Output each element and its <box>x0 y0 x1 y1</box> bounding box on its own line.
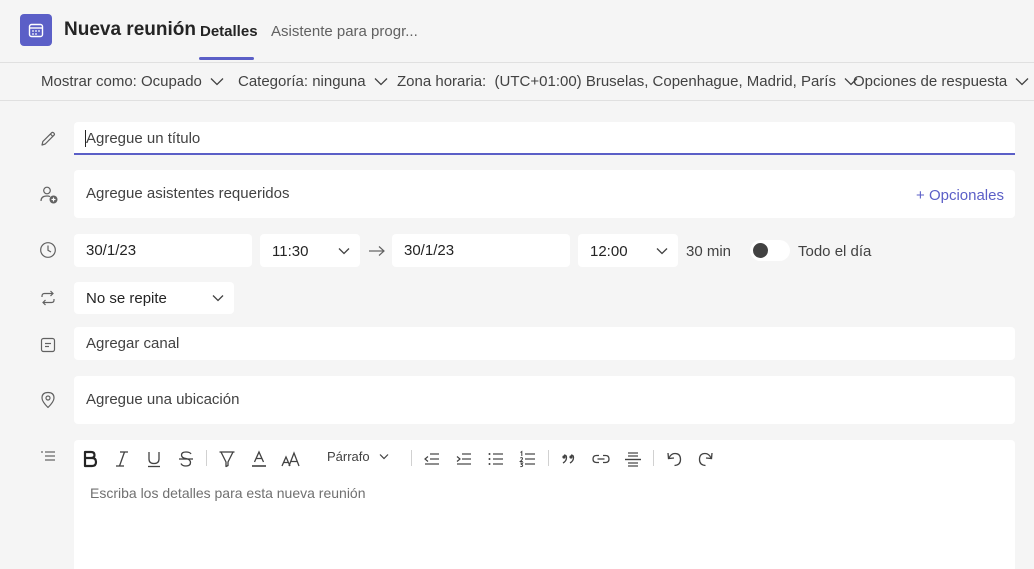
calendar-icon <box>20 14 52 46</box>
italic-icon[interactable] <box>111 448 133 470</box>
toggle-knob <box>753 243 768 258</box>
increase-indent-icon[interactable] <box>453 448 475 470</box>
repeat-select[interactable]: No se repite <box>74 282 234 314</box>
add-person-icon <box>40 186 58 204</box>
strikethrough-icon[interactable] <box>175 448 197 470</box>
location-icon <box>41 391 55 409</box>
start-time-value: 11:30 <box>272 243 309 260</box>
redo-icon[interactable] <box>695 448 717 470</box>
category-label: Categoría: ninguna <box>238 73 366 90</box>
channel-input[interactable]: Agregar canal <box>74 327 1015 360</box>
chevron-down-icon <box>1015 78 1029 86</box>
toolbar-separator <box>411 450 412 466</box>
end-date-input[interactable]: 30/1/23 <box>392 234 570 267</box>
all-day-toggle[interactable] <box>750 240 790 261</box>
numbered-list-icon[interactable] <box>517 448 539 470</box>
attendees-placeholder: Agregue asistentes requeridos <box>86 185 290 202</box>
channel-placeholder: Agregar canal <box>86 335 180 352</box>
title-input[interactable]: Agregue un título <box>74 122 1015 155</box>
paragraph-style-dropdown[interactable]: Párrafo <box>327 449 389 464</box>
title-placeholder: Agregue un título <box>86 130 201 147</box>
header: Nueva reunión Detalles Asistente para pr… <box>0 0 1034 62</box>
pencil-icon <box>41 131 56 146</box>
tab-details[interactable]: Detalles <box>200 23 258 40</box>
start-time-select[interactable]: 11:30 <box>260 234 360 267</box>
toolbar-separator <box>653 450 654 466</box>
toolbar-separator <box>206 450 207 466</box>
start-date-value: 30/1/23 <box>86 242 137 259</box>
category-dropdown[interactable]: Categoría: ninguna <box>238 73 388 90</box>
underline-icon[interactable] <box>143 448 165 470</box>
horizontal-rule-icon[interactable] <box>622 448 644 470</box>
end-date-value: 30/1/23 <box>404 242 455 259</box>
show-as-label: Mostrar como: Ocupado <box>41 73 202 90</box>
details-placeholder: Escriba los detalles para esta nueva reu… <box>90 485 366 501</box>
page-title: Nueva reunión <box>64 19 196 40</box>
chevron-down-icon <box>656 248 668 255</box>
options-bar: Mostrar como: Ocupado Categoría: ninguna… <box>0 62 1034 101</box>
arrow-right-icon <box>369 246 385 256</box>
font-size-icon[interactable] <box>280 448 302 470</box>
optional-attendees-link[interactable]: + Opcionales <box>916 187 1004 204</box>
response-options-label: Opciones de respuesta <box>853 73 1008 90</box>
quote-icon[interactable] <box>558 448 580 470</box>
details-editor[interactable]: Párrafo Escriba los detalles para esta n… <box>74 440 1015 569</box>
timezone-dropdown[interactable]: Zona horaria: (UTC+01:00) Bruselas, Cope… <box>397 73 858 90</box>
link-icon[interactable] <box>590 448 612 470</box>
attendees-input[interactable]: Agregue asistentes requeridos + Opcional… <box>74 170 1015 218</box>
all-day-label: Todo el día <box>798 243 872 260</box>
details-list-icon <box>41 451 55 461</box>
bulleted-list-icon[interactable] <box>485 448 507 470</box>
timezone-label: Zona horaria: (UTC+01:00) Bruselas, Cope… <box>397 73 836 90</box>
location-input[interactable]: Agregue una ubicación <box>74 376 1015 424</box>
tab-scheduling-assistant[interactable]: Asistente para progr... <box>271 23 418 40</box>
chevron-down-icon <box>210 78 224 86</box>
repeat-value: No se repite <box>86 290 167 307</box>
show-as-dropdown[interactable]: Mostrar como: Ocupado <box>41 73 224 90</box>
start-date-input[interactable]: 30/1/23 <box>74 234 252 267</box>
toolbar-separator <box>548 450 549 466</box>
channel-icon <box>40 337 56 353</box>
repeat-icon <box>41 290 55 306</box>
font-color-icon[interactable] <box>248 448 270 470</box>
chevron-down-icon <box>212 295 224 302</box>
chevron-down-icon <box>379 454 389 460</box>
highlight-icon[interactable] <box>216 448 238 470</box>
chevron-down-icon <box>338 248 350 255</box>
clock-icon <box>40 242 56 258</box>
end-time-value: 12:00 <box>590 243 628 260</box>
duration-label: 30 min <box>686 243 732 260</box>
decrease-indent-icon[interactable] <box>421 448 443 470</box>
paragraph-style-label: Párrafo <box>327 449 370 464</box>
location-placeholder: Agregue una ubicación <box>86 391 240 408</box>
response-options-dropdown[interactable]: Opciones de respuesta <box>853 73 1029 90</box>
active-tab-indicator <box>199 57 254 60</box>
bold-icon[interactable] <box>79 448 101 470</box>
chevron-down-icon <box>374 78 388 86</box>
undo-icon[interactable] <box>663 448 685 470</box>
end-time-select[interactable]: 12:00 <box>578 234 678 267</box>
